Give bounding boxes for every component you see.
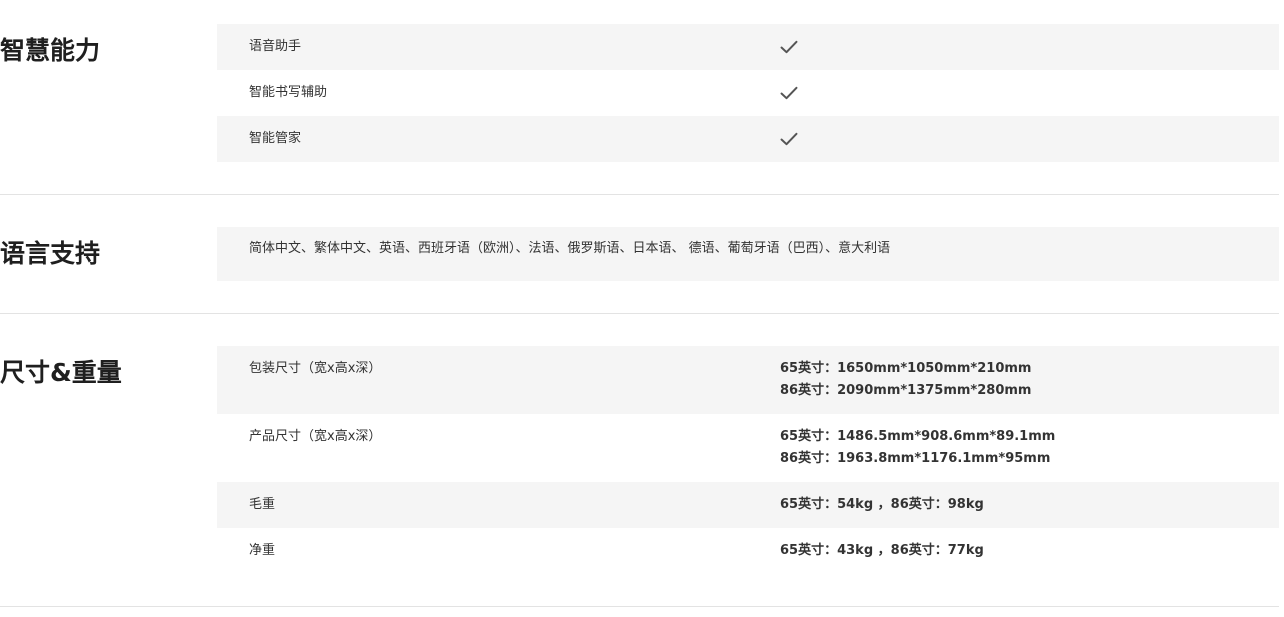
table-row: 简体中文、繁体中文、英语、西班牙语（欧洲）、法语、俄罗斯语、日本语、 德语、葡萄… bbox=[217, 227, 1279, 281]
row-value: 65英寸：1486.5mm*908.6mm*89.1mm 86英寸：1963.8… bbox=[780, 426, 1055, 470]
value-line: 65英寸：54kg ，86英寸：98kg bbox=[780, 497, 984, 512]
smart-capability-section: 智慧能力 语音助手 智能书写辅助 智能管家 bbox=[0, 0, 1279, 194]
size-weight-section: 尺寸&重量 包装尺寸（宽x高x深） 65英寸：1650mm*1050mm*210… bbox=[0, 314, 1279, 606]
table-row: 语音助手 bbox=[217, 24, 1279, 70]
row-value: 65英寸：54kg ，86英寸：98kg bbox=[780, 494, 984, 516]
table-row: 包装尺寸（宽x高x深） 65英寸：1650mm*1050mm*210mm 86英… bbox=[217, 346, 1279, 414]
section-divider bbox=[0, 606, 1279, 607]
row-value: 65英寸：1650mm*1050mm*210mm 86英寸：2090mm*137… bbox=[780, 358, 1031, 402]
spec-page: 智慧能力 语音助手 智能书写辅助 智能管家 语言支持 简体中文、繁体中文、英语、… bbox=[0, 0, 1284, 617]
table-row: 智能管家 bbox=[217, 116, 1279, 162]
language-table: 简体中文、繁体中文、英语、西班牙语（欧洲）、法语、俄罗斯语、日本语、 德语、葡萄… bbox=[217, 227, 1279, 281]
row-label: 智能管家 bbox=[249, 131, 302, 146]
value-line: 65英寸：1486.5mm*908.6mm*89.1mm bbox=[780, 429, 1056, 444]
value-line: 65英寸：43kg ，86英寸：77kg bbox=[780, 543, 984, 558]
row-label: 包装尺寸（宽x高x深） bbox=[249, 361, 382, 376]
smart-capability-table: 语音助手 智能书写辅助 智能管家 bbox=[217, 24, 1279, 162]
row-label: 毛重 bbox=[249, 497, 276, 512]
row-value: 65英寸：43kg ，86英寸：77kg bbox=[780, 540, 984, 562]
table-row: 智能书写辅助 bbox=[217, 70, 1279, 116]
check-icon bbox=[780, 132, 798, 146]
section-title-smart: 智慧能力 bbox=[0, 36, 101, 65]
table-row: 产品尺寸（宽x高x深） 65英寸：1486.5mm*908.6mm*89.1mm… bbox=[217, 414, 1279, 482]
value-line: 65英寸：1650mm*1050mm*210mm bbox=[780, 361, 1032, 376]
section-title-language: 语言支持 bbox=[0, 239, 101, 268]
table-row: 毛重 65英寸：54kg ，86英寸：98kg bbox=[217, 482, 1279, 528]
section-title-size: 尺寸&重量 bbox=[0, 358, 122, 387]
row-label: 智能书写辅助 bbox=[249, 85, 328, 100]
language-support-section: 语言支持 简体中文、繁体中文、英语、西班牙语（欧洲）、法语、俄罗斯语、日本语、 … bbox=[0, 195, 1279, 313]
row-label: 产品尺寸（宽x高x深） bbox=[249, 429, 382, 444]
value-line: 86英寸：2090mm*1375mm*280mm bbox=[780, 383, 1032, 398]
value-line: 86英寸：1963.8mm*1176.1mm*95mm bbox=[780, 451, 1051, 466]
check-icon bbox=[780, 40, 798, 54]
table-row: 净重 65英寸：43kg ，86英寸：77kg bbox=[217, 528, 1279, 574]
row-label: 语音助手 bbox=[249, 39, 302, 54]
size-weight-table: 包装尺寸（宽x高x深） 65英寸：1650mm*1050mm*210mm 86英… bbox=[217, 346, 1279, 574]
row-label: 净重 bbox=[249, 543, 276, 558]
check-icon bbox=[780, 86, 798, 100]
language-list: 简体中文、繁体中文、英语、西班牙语（欧洲）、法语、俄罗斯语、日本语、 德语、葡萄… bbox=[249, 241, 891, 256]
